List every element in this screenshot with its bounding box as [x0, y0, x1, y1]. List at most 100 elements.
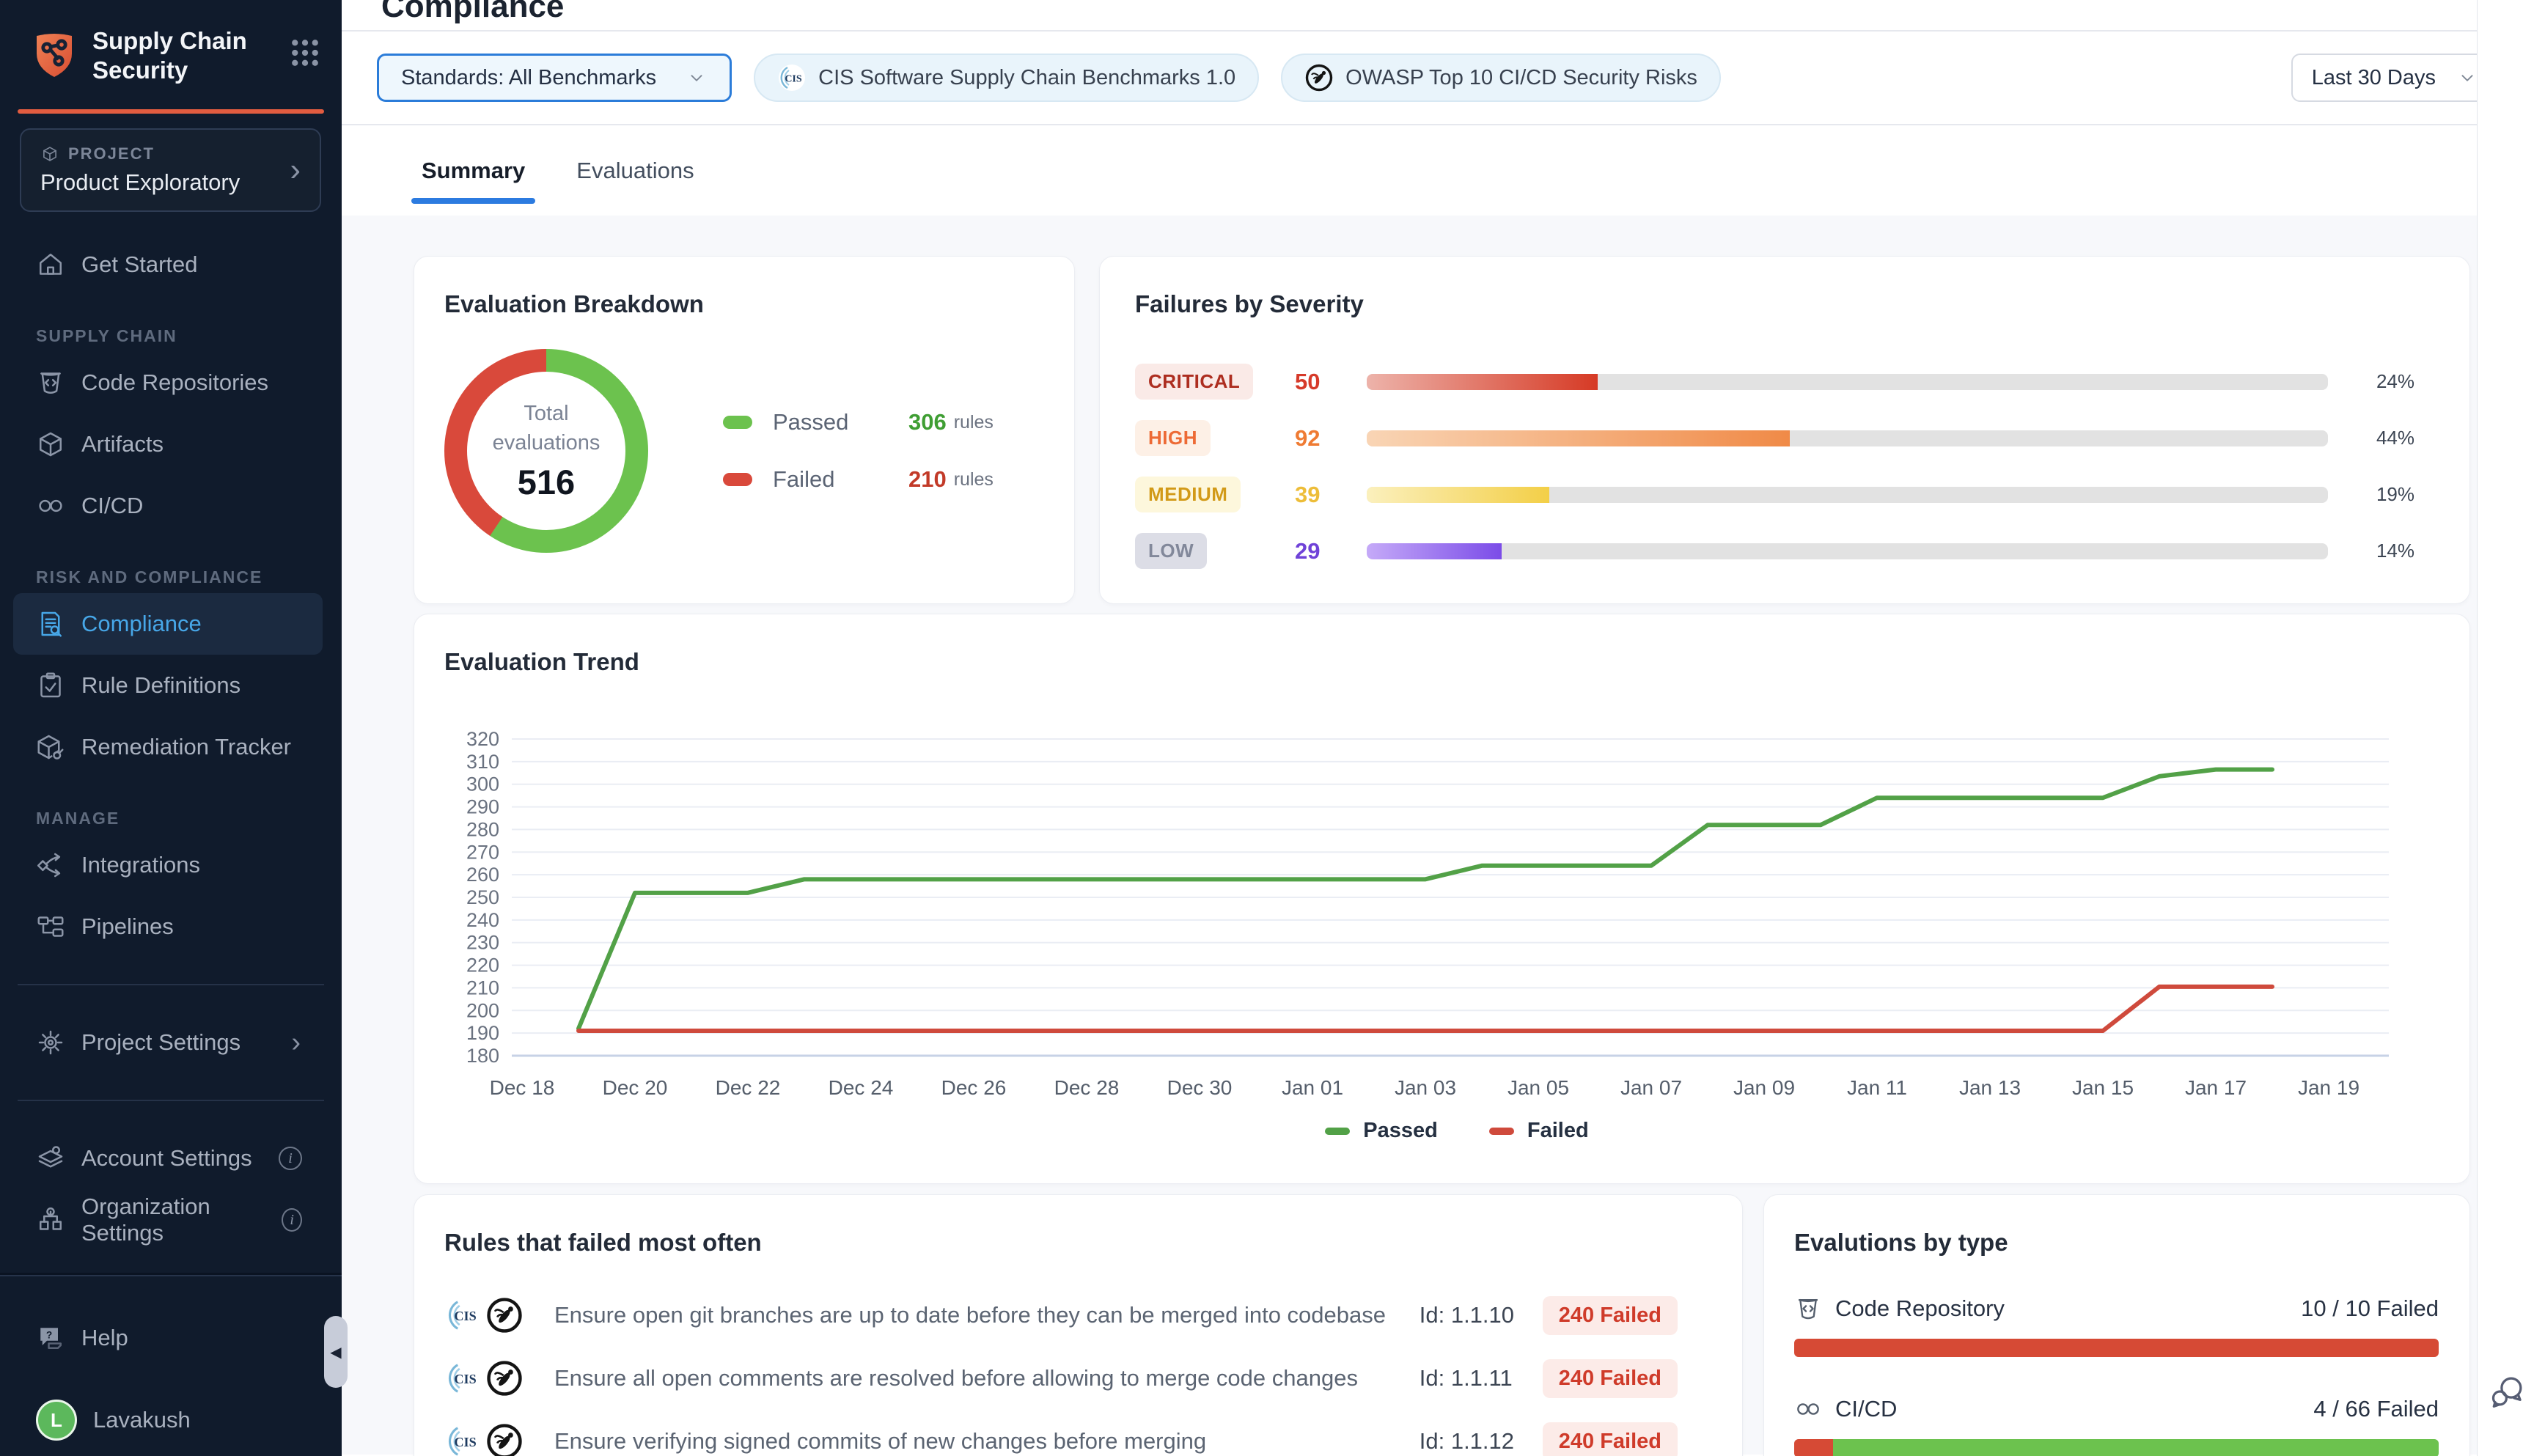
sidebar-item-label: Compliance: [81, 611, 202, 637]
legend-value: 306: [908, 409, 947, 435]
sidebar-item-label: Integrations: [81, 852, 200, 878]
tab-summary[interactable]: Summary: [422, 125, 525, 216]
legend-item-passed: Passed 306 rules: [723, 409, 994, 435]
failed-count-badge: 240 Failed: [1543, 1296, 1678, 1335]
sidebar-item-project-settings[interactable]: Project Settings ›: [13, 1012, 323, 1073]
sidebar-item-compliance[interactable]: Compliance: [13, 593, 323, 655]
sidebar-item-label: Pipelines: [81, 913, 174, 940]
rule-id: Id: 1.1.12: [1420, 1428, 1543, 1455]
card-evaluation-trend: Evaluation Trend 18019020021022023024025…: [414, 614, 2470, 1184]
type-failed-count: 10 / 10 Failed: [2301, 1295, 2439, 1322]
svg-text:Dec 26: Dec 26: [941, 1076, 1007, 1099]
card-title: Evalutions by type: [1794, 1229, 2439, 1257]
cis-logo-icon: [444, 1422, 482, 1456]
user-menu[interactable]: L Lavakush: [13, 1389, 323, 1451]
sidebar-item-artifacts[interactable]: Artifacts: [13, 413, 323, 475]
app-switcher-icon[interactable]: [289, 37, 321, 69]
severity-bar: [1367, 374, 2328, 390]
project-selector[interactable]: PROJECT Product Exploratory ›: [20, 128, 321, 212]
svg-text:Dec 22: Dec 22: [716, 1076, 781, 1099]
rule-row[interactable]: Ensure verifying signed commits of new c…: [444, 1421, 1678, 1456]
severity-percent: 14%: [2376, 540, 2414, 562]
svg-text:190: 190: [466, 1022, 499, 1044]
sidebar-item-label: Artifacts: [81, 431, 164, 457]
legend-label: Passed: [773, 409, 908, 435]
tab-evaluations[interactable]: Evaluations: [576, 125, 694, 216]
severity-percent: 24%: [2376, 370, 2414, 393]
benchmark-chip-owasp[interactable]: OWASP Top 10 CI/CD Security Risks: [1281, 54, 1721, 102]
sidebar-item-help[interactable]: Help: [13, 1307, 323, 1369]
brand-accent-bar: [18, 109, 324, 114]
svg-text:210: 210: [466, 977, 499, 999]
legend-item-passed: Passed: [1325, 1119, 1438, 1143]
sidebar-item-pipelines[interactable]: Pipelines: [13, 896, 323, 957]
project-name: Product Exploratory: [40, 169, 290, 196]
rule-row[interactable]: Ensure open git branches are up to date …: [444, 1295, 1678, 1336]
severity-rows: CRITICAL 50 24% HIGH 92 44% MEDIUM: [1135, 353, 2414, 579]
card-title: Rules that failed most often: [444, 1229, 1678, 1257]
brand: Supply Chain Security: [0, 0, 342, 84]
sidebar-item-label: Remediation Tracker: [81, 734, 291, 760]
type-label: CI/CD: [1835, 1396, 1897, 1422]
svg-text:Jan 19: Jan 19: [2298, 1076, 2359, 1099]
filter-bar: Standards: All Benchmarks CIS Software S…: [342, 32, 2534, 125]
user-name: Lavakush: [93, 1407, 191, 1433]
share-nodes-icon: [36, 850, 65, 880]
standards-filter-select[interactable]: Standards: All Benchmarks: [377, 54, 732, 102]
type-row-cicd: CI/CD 4 / 66 Failed: [1794, 1395, 2439, 1456]
sidebar-item-organization-settings[interactable]: Organization Settings i: [13, 1189, 323, 1251]
severity-row-critical: CRITICAL 50 24%: [1135, 353, 2414, 410]
org-chart-icon: [36, 1205, 65, 1235]
card-title: Evaluation Breakdown: [444, 290, 1074, 318]
avatar: L: [36, 1400, 77, 1441]
svg-text:Jan 03: Jan 03: [1395, 1076, 1456, 1099]
scrollbar-gutter[interactable]: [2477, 0, 2534, 1456]
svg-text:220: 220: [466, 955, 499, 977]
chevron-right-icon: ›: [290, 154, 301, 186]
sidebar-item-rule-definitions[interactable]: Rule Definitions: [13, 655, 323, 716]
legend-unit: rules: [954, 412, 994, 433]
benchmark-chip-cis[interactable]: CIS Software Supply Chain Benchmarks 1.0: [754, 54, 1259, 102]
sidebar-item-get-started[interactable]: Get Started: [13, 234, 323, 295]
date-range-select[interactable]: Last 30 Days: [2291, 54, 2499, 102]
box-icon: [40, 144, 59, 163]
severity-count: 50: [1295, 369, 1367, 395]
document-search-icon: [36, 609, 65, 639]
sidebar-item-code-repositories[interactable]: Code Repositories: [13, 352, 323, 413]
svg-text:240: 240: [466, 909, 499, 931]
info-icon: i: [279, 1147, 302, 1170]
cis-logo-icon: [777, 63, 807, 92]
chip-label: OWASP Top 10 CI/CD Security Risks: [1345, 66, 1697, 90]
svg-text:Jan 01: Jan 01: [1282, 1076, 1343, 1099]
sidebar-item-cicd[interactable]: CI/CD: [13, 475, 323, 537]
card-failures-by-severity: Failures by Severity CRITICAL 50 24% HIG…: [1099, 256, 2470, 604]
rule-row[interactable]: Ensure all open comments are resolved be…: [444, 1358, 1678, 1399]
shield-logo-icon: [34, 33, 75, 78]
svg-text:Dec 24: Dec 24: [829, 1076, 894, 1099]
legend-unit: rules: [954, 469, 994, 490]
type-label: Code Repository: [1835, 1295, 2005, 1322]
dashboard-content: Evaluation Breakdown Total evaluations 5…: [342, 216, 2534, 1455]
cis-logo-icon: [444, 1296, 482, 1334]
legend-label: Failed: [773, 466, 908, 493]
date-range-value: Last 30 Days: [2312, 66, 2436, 90]
sidebar-collapse-handle[interactable]: ◀: [324, 1316, 348, 1388]
svg-text:Dec 30: Dec 30: [1167, 1076, 1233, 1099]
svg-text:250: 250: [466, 886, 499, 908]
chevron-down-icon: [686, 67, 708, 89]
card-evaluation-breakdown: Evaluation Breakdown Total evaluations 5…: [414, 256, 1075, 604]
sidebar: Supply Chain Security PROJECT Product Ex…: [0, 0, 342, 1456]
cube-wrench-icon: [36, 732, 65, 762]
sidebar-item-integrations[interactable]: Integrations: [13, 834, 323, 896]
brand-title: Supply Chain Security: [92, 26, 271, 84]
sidebar-nav: Get Started SUPPLY CHAIN Code Repositori…: [0, 234, 342, 957]
sidebar-item-account-settings[interactable]: Account Settings i: [13, 1128, 323, 1189]
failed-dot-icon: [723, 473, 752, 486]
svg-text:200: 200: [466, 999, 499, 1021]
chat-support-icon[interactable]: [2489, 1372, 2527, 1411]
rule-id: Id: 1.1.11: [1420, 1365, 1543, 1391]
failed-count-badge: 240 Failed: [1543, 1422, 1678, 1456]
severity-percent: 44%: [2376, 427, 2414, 449]
owasp-logo-icon: [485, 1359, 524, 1397]
sidebar-item-remediation-tracker[interactable]: Remediation Tracker: [13, 716, 323, 778]
